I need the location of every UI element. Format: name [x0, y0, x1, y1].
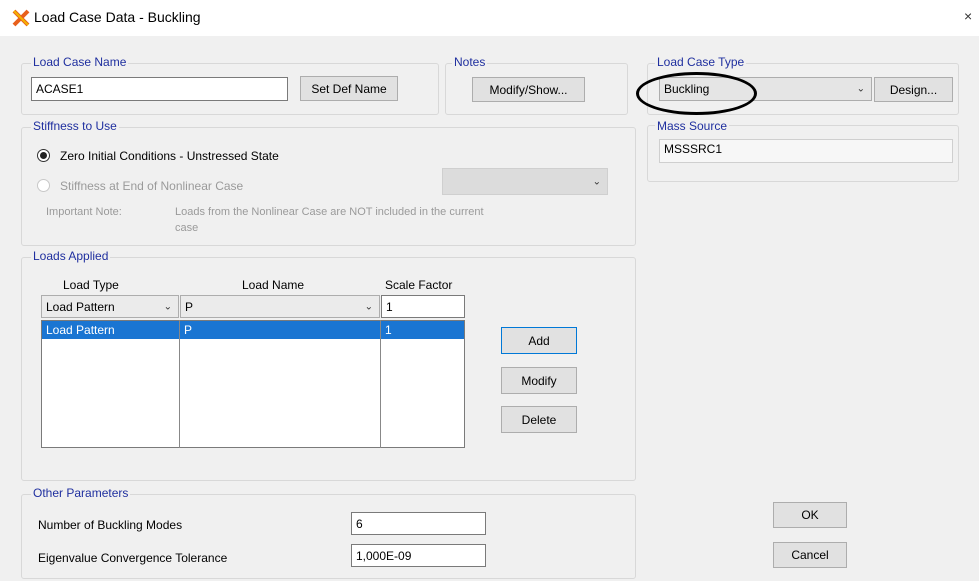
cancel-button[interactable]: Cancel — [773, 542, 847, 568]
load-case-name-input[interactable]: ACASE1 — [31, 77, 288, 101]
title-bar: Load Case Data - Buckling × — [0, 0, 979, 36]
load-name-select-value: P — [185, 299, 194, 314]
chevron-down-icon: ⌄ — [163, 301, 172, 312]
important-note-label: Important Note: — [46, 206, 122, 218]
load-case-name-title: Load Case Name — [31, 55, 129, 69]
delete-button[interactable]: Delete — [501, 406, 577, 433]
load-type-header: Load Type — [63, 278, 119, 292]
notes-title: Notes — [452, 55, 488, 69]
list-cell-scale-factor[interactable]: 1 — [381, 321, 464, 339]
list-cell-load-name[interactable]: P — [180, 321, 380, 339]
load-case-type-select[interactable]: Buckling ⌄ — [659, 77, 872, 101]
modify-show-button[interactable]: Modify/Show... — [472, 77, 585, 102]
scale-factor-header: Scale Factor — [385, 278, 453, 292]
tolerance-label: Eigenvalue Convergence Tolerance — [38, 551, 228, 565]
loads-applied-title: Loads Applied — [31, 249, 111, 263]
list-cell-load-type[interactable]: Load Pattern — [42, 321, 179, 339]
important-note-text-2: case — [175, 222, 199, 234]
nonlinear-stiffness-label: Stiffness at End of Nonlinear Case — [60, 179, 244, 193]
ok-button[interactable]: OK — [773, 502, 847, 528]
important-note-text: Loads from the Nonlinear Case are NOT in… — [175, 206, 484, 218]
set-def-name-button[interactable]: Set Def Name — [300, 76, 398, 101]
load-case-type-title: Load Case Type — [655, 55, 747, 69]
zero-initial-label: Zero Initial Conditions - Unstressed Sta… — [60, 149, 279, 163]
design-button[interactable]: Design... — [874, 77, 953, 102]
loads-list[interactable] — [41, 320, 465, 448]
mass-source-field: MSSSRC1 — [659, 139, 953, 163]
close-icon[interactable]: × — [964, 8, 972, 24]
nonlinear-stiffness-radio[interactable] — [37, 179, 50, 192]
load-name-select[interactable]: P ⌄ — [180, 295, 380, 318]
add-button[interactable]: Add — [501, 327, 577, 354]
zero-initial-radio[interactable] — [37, 149, 50, 162]
load-name-header: Load Name — [242, 278, 305, 292]
mass-source-title: Mass Source — [655, 119, 730, 133]
modify-button[interactable]: Modify — [501, 367, 577, 394]
other-parameters-title: Other Parameters — [31, 486, 131, 500]
buckling-modes-label: Number of Buckling Modes — [38, 518, 183, 532]
tolerance-input[interactable]: 1,000E-09 — [351, 544, 486, 567]
load-type-select-value: Load Pattern — [46, 299, 115, 314]
chevron-down-icon: ⌄ — [856, 83, 865, 95]
chevron-down-icon: ⌄ — [592, 176, 601, 187]
column-divider — [179, 320, 180, 448]
scale-factor-input[interactable]: 1 — [381, 295, 465, 318]
load-case-type-value: Buckling — [664, 82, 710, 96]
chevron-down-icon: ⌄ — [364, 301, 373, 312]
other-parameters-group — [21, 494, 636, 579]
column-divider — [380, 320, 381, 448]
load-type-select[interactable]: Load Pattern ⌄ — [41, 295, 179, 318]
nonlinear-case-select: ⌄ — [442, 168, 608, 195]
app-icon — [12, 9, 30, 27]
buckling-modes-input[interactable]: 6 — [351, 512, 486, 535]
stiffness-title: Stiffness to Use — [31, 119, 119, 133]
window-title: Load Case Data - Buckling — [34, 9, 201, 25]
